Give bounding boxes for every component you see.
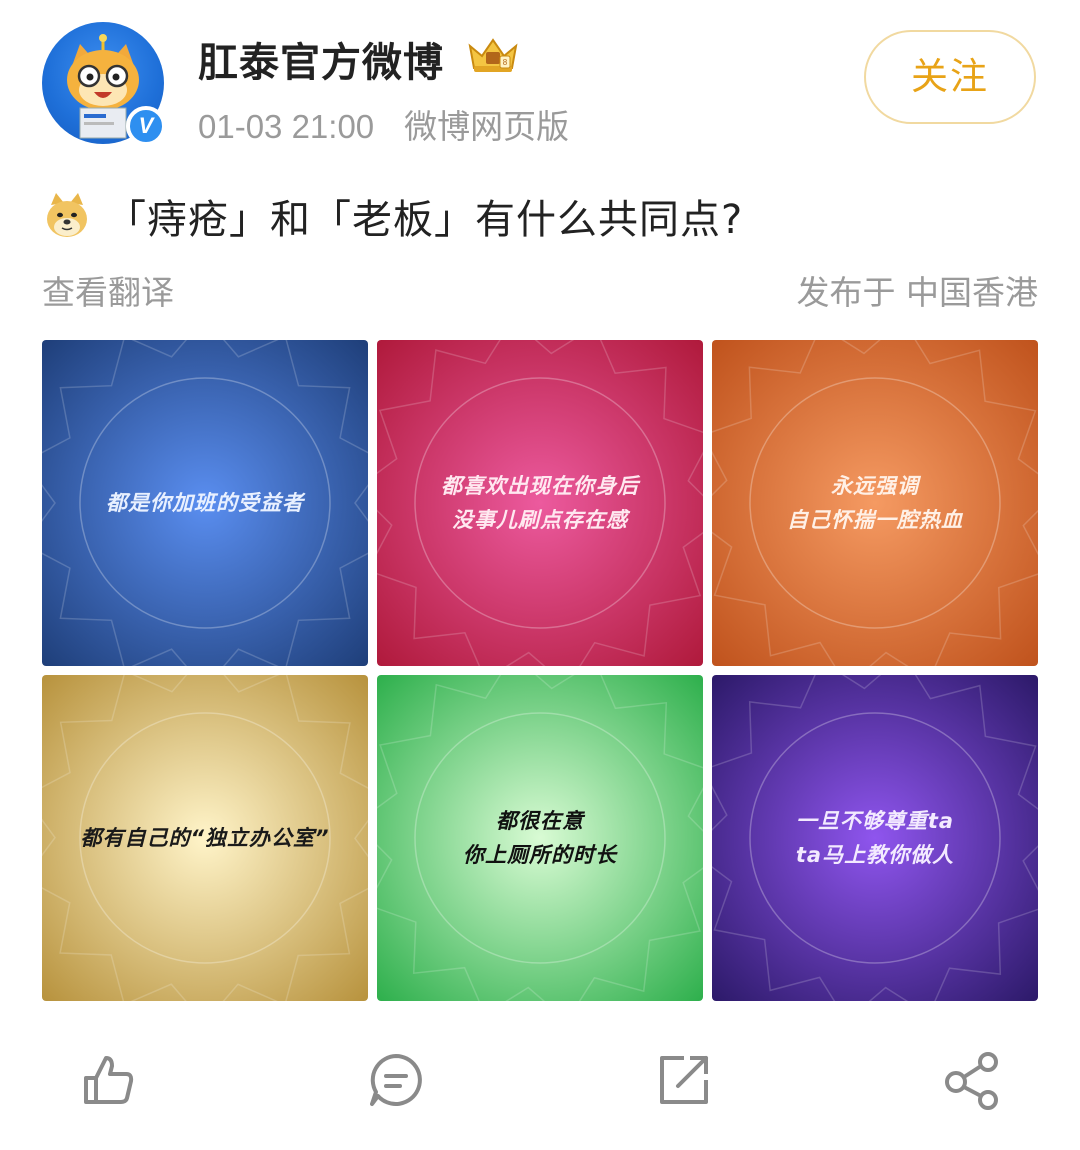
follow-button[interactable]: 关注 <box>864 30 1036 124</box>
caption-line: 自己怀揣一腔热血 <box>787 508 963 532</box>
svg-text:8: 8 <box>503 58 508 67</box>
doge-emoji-icon <box>47 193 87 237</box>
post-location: 发布于 中国香港 <box>796 273 1039 312</box>
post-time: 01-03 21:00 <box>198 108 375 145</box>
repost-button[interactable] <box>654 1050 714 1110</box>
caption-line: 都很在意 <box>496 809 584 833</box>
post-image[interactable]: 一旦不够尊重ta ta马上教你做人 <box>712 675 1038 1001</box>
image-caption: 一旦不够尊重ta ta马上教你做人 <box>796 804 954 872</box>
verified-badge-icon: V <box>126 106 166 146</box>
comment-icon <box>370 1054 422 1106</box>
caption-line: 永远强调 <box>831 474 919 498</box>
post-image[interactable]: 都有自己的“独立办公室” <box>42 675 368 1001</box>
image-caption: 都喜欢出现在你身后 没事儿刷点存在感 <box>441 469 639 537</box>
post-meta: 01-03 21:00 微博网页版 <box>198 100 569 148</box>
caption-line: 你上厕所的时长 <box>463 843 617 867</box>
crown-badge-icon[interactable]: 8 <box>464 34 522 76</box>
image-caption: 都很在意你上厕所的时长 <box>463 804 617 872</box>
repost-icon <box>660 1056 708 1104</box>
avatar[interactable]: V <box>42 22 166 146</box>
post-text: 「痔疮」和「老板」有什么共同点? <box>106 197 744 243</box>
post-image[interactable]: 都很在意你上厕所的时长 <box>377 675 703 1001</box>
post-image[interactable]: 都喜欢出现在你身后 没事儿刷点存在感 <box>377 340 703 666</box>
translate-link[interactable]: 查看翻译 <box>42 266 174 314</box>
caption-line: 一旦不够尊重ta <box>795 809 955 833</box>
caption-line: 没事儿刷点存在感 <box>452 508 628 532</box>
image-caption: 都有自己的“独立办公室” <box>80 821 329 855</box>
like-button[interactable] <box>78 1050 138 1110</box>
post-image[interactable]: 永远强调自己怀揣一腔热血 <box>712 340 1038 666</box>
post-image[interactable]: 都是你加班的受益者 <box>42 340 368 666</box>
comment-button[interactable] <box>366 1050 426 1110</box>
image-caption: 永远强调自己怀揣一腔热血 <box>787 469 963 537</box>
image-caption: 都是你加班的受益者 <box>106 486 304 520</box>
post-source: 微博网页版 <box>404 107 570 146</box>
caption-line: ta马上教你做人 <box>795 843 955 867</box>
caption-line: 都喜欢出现在你身后 <box>441 474 639 498</box>
caption-line: 都有自己的“独立办公室” <box>80 826 330 850</box>
username[interactable]: 肛泰官方微博 <box>198 30 444 88</box>
post-content: 「痔疮」和「老板」有什么共同点? <box>42 188 743 244</box>
share-button[interactable] <box>942 1050 1002 1110</box>
caption-line: 都是你加班的受益者 <box>106 491 304 515</box>
share-icon <box>945 1052 998 1110</box>
like-icon <box>84 1056 134 1104</box>
